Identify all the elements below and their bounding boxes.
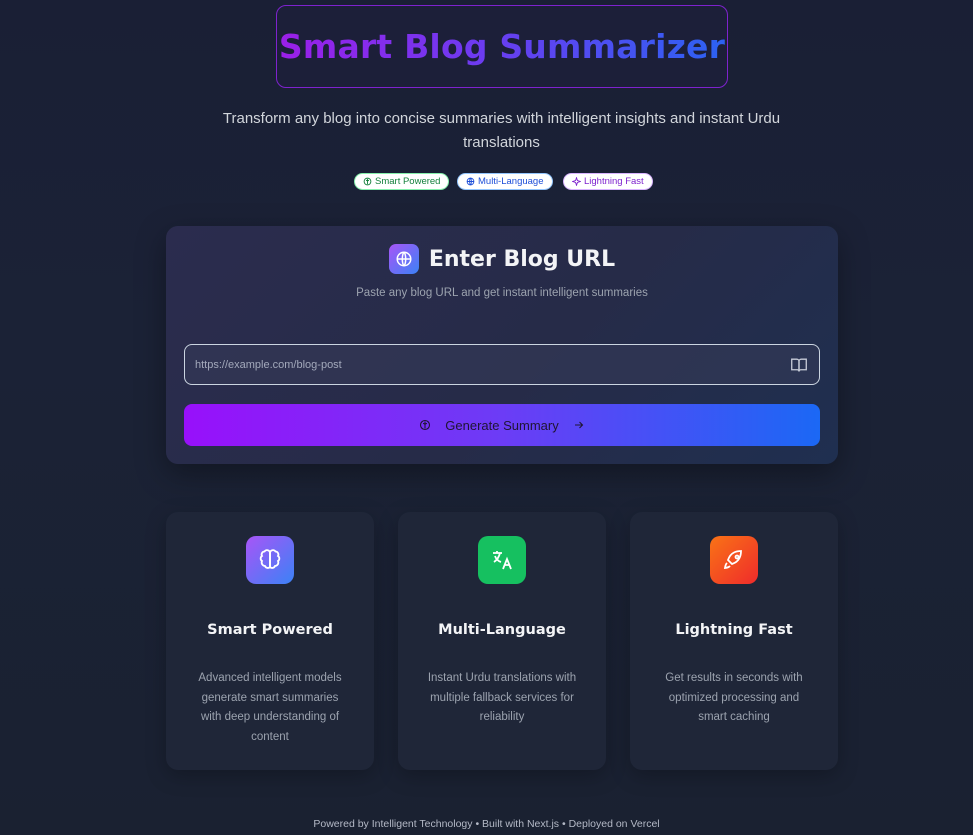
feature-description: Advanced intelligent models generate sma… [198, 672, 342, 743]
feature-description: Instant Urdu translations with multiple … [427, 672, 577, 723]
book-icon [791, 358, 807, 372]
feature-title: Smart Powered [207, 622, 333, 638]
generate-summary-label: Generate Summary [445, 417, 559, 433]
feature-description: Get results in seconds with optimized pr… [665, 672, 803, 723]
globe-icon [466, 177, 475, 186]
brain-icon [363, 177, 372, 186]
footer: Powered by Intelligent Technology • Buil… [313, 818, 660, 830]
url-input[interactable] [185, 345, 819, 384]
url-card-subtitle: Paste any blog URL and get instant intel… [356, 287, 648, 299]
globe-icon [388, 244, 419, 274]
rocket-icon [710, 536, 758, 584]
url-input-container [184, 344, 820, 385]
feature-title: Lightning Fast [675, 622, 793, 638]
badge-label: Smart Powered [375, 176, 441, 187]
feature-card-smart-powered: Smart Powered Advanced intelligent model… [166, 512, 374, 770]
brain-icon [420, 419, 431, 431]
badge-multi-language: Multi-Language [457, 173, 553, 190]
badge-label: Multi-Language [478, 176, 544, 187]
badge-label: Lightning Fast [584, 176, 644, 187]
generate-summary-button[interactable]: Generate Summary [184, 404, 820, 446]
url-card: Enter Blog URL Paste any blog URL and ge… [166, 226, 838, 464]
feature-card-lightning-fast: Lightning Fast Get results in seconds wi… [630, 512, 838, 770]
feature-title: Multi-Language [438, 622, 566, 638]
page-title: Smart Blog Summarizer [278, 27, 726, 66]
badge-lightning-fast: Lightning Fast [563, 173, 653, 190]
feature-card-multi-language: Multi-Language Instant Urdu translations… [398, 512, 606, 770]
sparkle-icon [572, 177, 581, 186]
badge-smart-powered: Smart Powered [354, 173, 450, 190]
url-card-title: Enter Blog URL [428, 246, 616, 272]
url-card-header: Enter Blog URL [166, 244, 838, 274]
page-subtitle: Transform any blog into concise summarie… [222, 110, 781, 151]
title-box: Smart Blog Summarizer [276, 5, 728, 88]
arrow-right-icon [574, 421, 583, 429]
brain-icon [246, 536, 294, 584]
translate-icon [478, 536, 526, 584]
